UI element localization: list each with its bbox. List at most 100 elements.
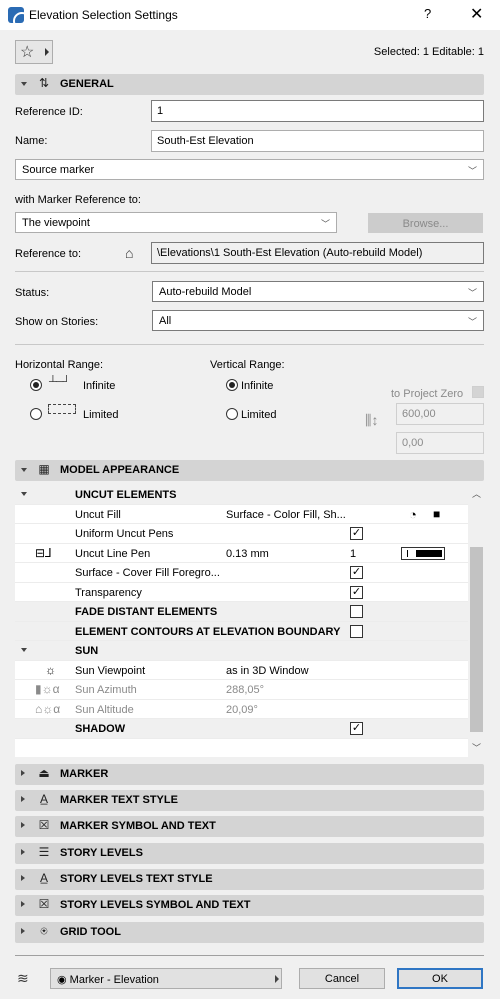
panel-story-levels-symbol-text-header[interactable]: ☒ STORY LEVELS SYMBOL AND TEXT xyxy=(15,895,484,916)
horizontal-infinite-icon: ┴─┘ xyxy=(49,376,70,388)
sun-altitude-icon: ⌂☼α xyxy=(35,701,61,716)
fill-picker-icon[interactable]: ◔ xyxy=(409,507,417,522)
vertical-infinite-label[interactable]: Infinite xyxy=(241,380,273,392)
vertical-infinite-radio[interactable] xyxy=(226,379,238,391)
panel-title: STORY LEVELS xyxy=(60,847,143,859)
table-row[interactable]: Uniform Uncut Pens ✓ xyxy=(15,524,468,544)
separator xyxy=(15,271,484,272)
cover-fill-checkbox[interactable]: ✓ xyxy=(350,566,363,579)
symbol-text-icon: ☒ xyxy=(38,897,50,911)
grid-tool-icon: ⍟ xyxy=(40,924,48,938)
horizontal-infinite-radio[interactable] xyxy=(30,379,42,391)
panel-story-levels-header[interactable]: ☰ STORY LEVELS xyxy=(15,843,484,864)
source-marker-select[interactable]: Source marker ﹀ xyxy=(15,159,484,180)
scroll-up-icon[interactable]: ︿ xyxy=(472,487,481,500)
table-scrollbar[interactable]: ︿ ﹀ xyxy=(469,485,484,757)
expand-arrow-icon xyxy=(21,875,25,881)
table-row[interactable]: ELEMENT CONTOURS AT ELEVATION BOUNDARY xyxy=(15,621,468,641)
panel-story-levels-text-style-header[interactable]: A̲ STORY LEVELS TEXT STYLE xyxy=(15,869,484,890)
horizontal-limited-label[interactable]: Limited xyxy=(83,409,118,421)
panel-marker-header[interactable]: ⏏ MARKER xyxy=(15,764,484,785)
project-zero-button[interactable] xyxy=(472,386,484,398)
row-value: 288,05° xyxy=(226,684,265,696)
panel-marker-text-style-header[interactable]: A̲ MARKER TEXT STYLE xyxy=(15,790,484,811)
pen-color-swatch[interactable] xyxy=(401,546,445,560)
uniform-uncut-pens-checkbox[interactable]: ✓ xyxy=(350,527,363,540)
row-label: SUN xyxy=(75,645,99,657)
table-row[interactable]: ⊟⅃ Uncut Line Pen 0.13 mm 1 xyxy=(15,544,468,563)
panel-marker-symbol-text-header[interactable]: ☒ MARKER SYMBOL AND TEXT xyxy=(15,816,484,837)
help-button[interactable]: ? xyxy=(424,6,431,21)
table-row[interactable]: UNCUT ELEMENTS xyxy=(15,485,468,505)
horizontal-limited-icon xyxy=(48,404,76,414)
panel-title: MARKER SYMBOL AND TEXT xyxy=(60,820,216,832)
table-row[interactable]: SHADOW ✓ xyxy=(15,719,468,739)
panel-title: MODEL APPEARANCE xyxy=(60,464,180,476)
select-value: Source marker xyxy=(22,164,95,176)
expand-arrow-icon xyxy=(21,849,25,855)
horizontal-limited-radio[interactable] xyxy=(30,408,42,420)
cancel-button[interactable]: Cancel xyxy=(299,968,385,989)
pen-number[interactable]: 1 xyxy=(350,548,356,560)
vertical-top-input[interactable]: 600,00 xyxy=(396,403,484,425)
panel-model-appearance-header[interactable]: ▦ MODEL APPEARANCE xyxy=(15,460,484,481)
table-row[interactable]: Uncut Fill Surface - Color Fill, Sh... ◔… xyxy=(15,505,468,524)
row-label: Uncut Fill xyxy=(75,508,121,521)
text-style-icon: A̲ xyxy=(39,792,48,806)
panel-general-header[interactable]: ⇅ GENERAL xyxy=(15,74,484,95)
uncut-line-pen-icon: ⊟⅃ xyxy=(35,545,52,560)
element-contours-checkbox[interactable] xyxy=(350,624,363,638)
eye-icon: ◉ xyxy=(57,974,67,986)
status-select[interactable]: Auto-rebuild Model ﹀ xyxy=(152,281,484,302)
table-row[interactable]: Surface - Cover Fill Foregro... ✓ xyxy=(15,563,468,583)
title-bar: Elevation Selection Settings ? ✕ xyxy=(0,0,500,30)
select-value: Auto-rebuild Model xyxy=(159,286,252,298)
name-input[interactable]: South-Est Elevation xyxy=(151,130,484,152)
fade-distant-checkbox[interactable] xyxy=(350,605,363,618)
shadow-checkbox[interactable]: ✓ xyxy=(350,722,363,735)
row-label: ELEMENT CONTOURS AT ELEVATION BOUNDARY xyxy=(75,625,341,638)
favorites-button[interactable]: ☆ xyxy=(15,40,53,64)
collapse-arrow-icon xyxy=(21,492,27,496)
row-label: Sun Viewpoint xyxy=(75,664,146,677)
vertical-bottom-input[interactable]: 0,00 xyxy=(396,432,484,454)
marker-reference-label: with Marker Reference to: xyxy=(15,194,141,206)
vertical-limited-label[interactable]: Limited xyxy=(241,409,276,421)
table-row[interactable]: ☼ Sun Viewpoint as in 3D Window xyxy=(15,661,468,680)
surface-cube-icon[interactable]: ■ xyxy=(433,507,440,521)
horizontal-infinite-label[interactable]: Infinite xyxy=(83,380,115,392)
panel-title: MARKER xyxy=(60,768,109,780)
table-row[interactable]: Transparency ✓ xyxy=(15,583,468,602)
scroll-down-icon[interactable]: ﹀ xyxy=(472,741,481,754)
table-row[interactable]: FADE DISTANT ELEMENTS xyxy=(15,602,468,622)
row-label: FADE DISTANT ELEMENTS xyxy=(75,606,218,618)
expand-arrow-icon xyxy=(21,796,25,802)
row-label: Sun Altitude xyxy=(75,703,134,716)
panel-title: MARKER TEXT STYLE xyxy=(60,794,178,806)
table-row[interactable]: SUN xyxy=(15,641,468,661)
ok-button[interactable]: OK xyxy=(397,968,483,989)
reference-id-label: Reference ID: xyxy=(15,106,83,118)
horizontal-range-label: Horizontal Range: xyxy=(15,359,104,371)
row-label: SHADOW xyxy=(75,723,126,735)
transparency-checkbox[interactable]: ✓ xyxy=(350,585,363,599)
select-value: The viewpoint xyxy=(22,217,90,229)
stories-select[interactable]: All ﹀ xyxy=(152,310,484,331)
reference-to-field: \Elevations\1 South-Est Elevation (Auto-… xyxy=(151,242,484,264)
layer-select[interactable]: ◉ Marker - Elevation xyxy=(50,968,282,989)
vertical-limited-radio[interactable] xyxy=(226,408,238,420)
scroll-thumb[interactable] xyxy=(470,547,483,732)
panel-title: GRID TOOL xyxy=(60,926,121,938)
reference-id-input[interactable]: 1 xyxy=(151,100,484,122)
expand-arrow-icon xyxy=(21,770,25,776)
panel-grid-tool-header[interactable]: ⍟ GRID TOOL xyxy=(15,922,484,943)
collapse-arrow-icon xyxy=(21,82,27,86)
panel-title: GENERAL xyxy=(60,78,114,90)
close-button[interactable]: ✕ xyxy=(470,4,483,24)
vertical-range-label: Vertical Range: xyxy=(210,359,285,371)
marker-reference-select[interactable]: The viewpoint ﹀ xyxy=(15,212,337,233)
model-appearance-table: UNCUT ELEMENTS Uncut Fill Surface - Colo… xyxy=(15,485,468,757)
browse-button[interactable]: Browse... xyxy=(368,213,483,233)
expand-arrow-icon xyxy=(21,822,25,828)
project-zero-label: to Project Zero xyxy=(391,388,464,400)
